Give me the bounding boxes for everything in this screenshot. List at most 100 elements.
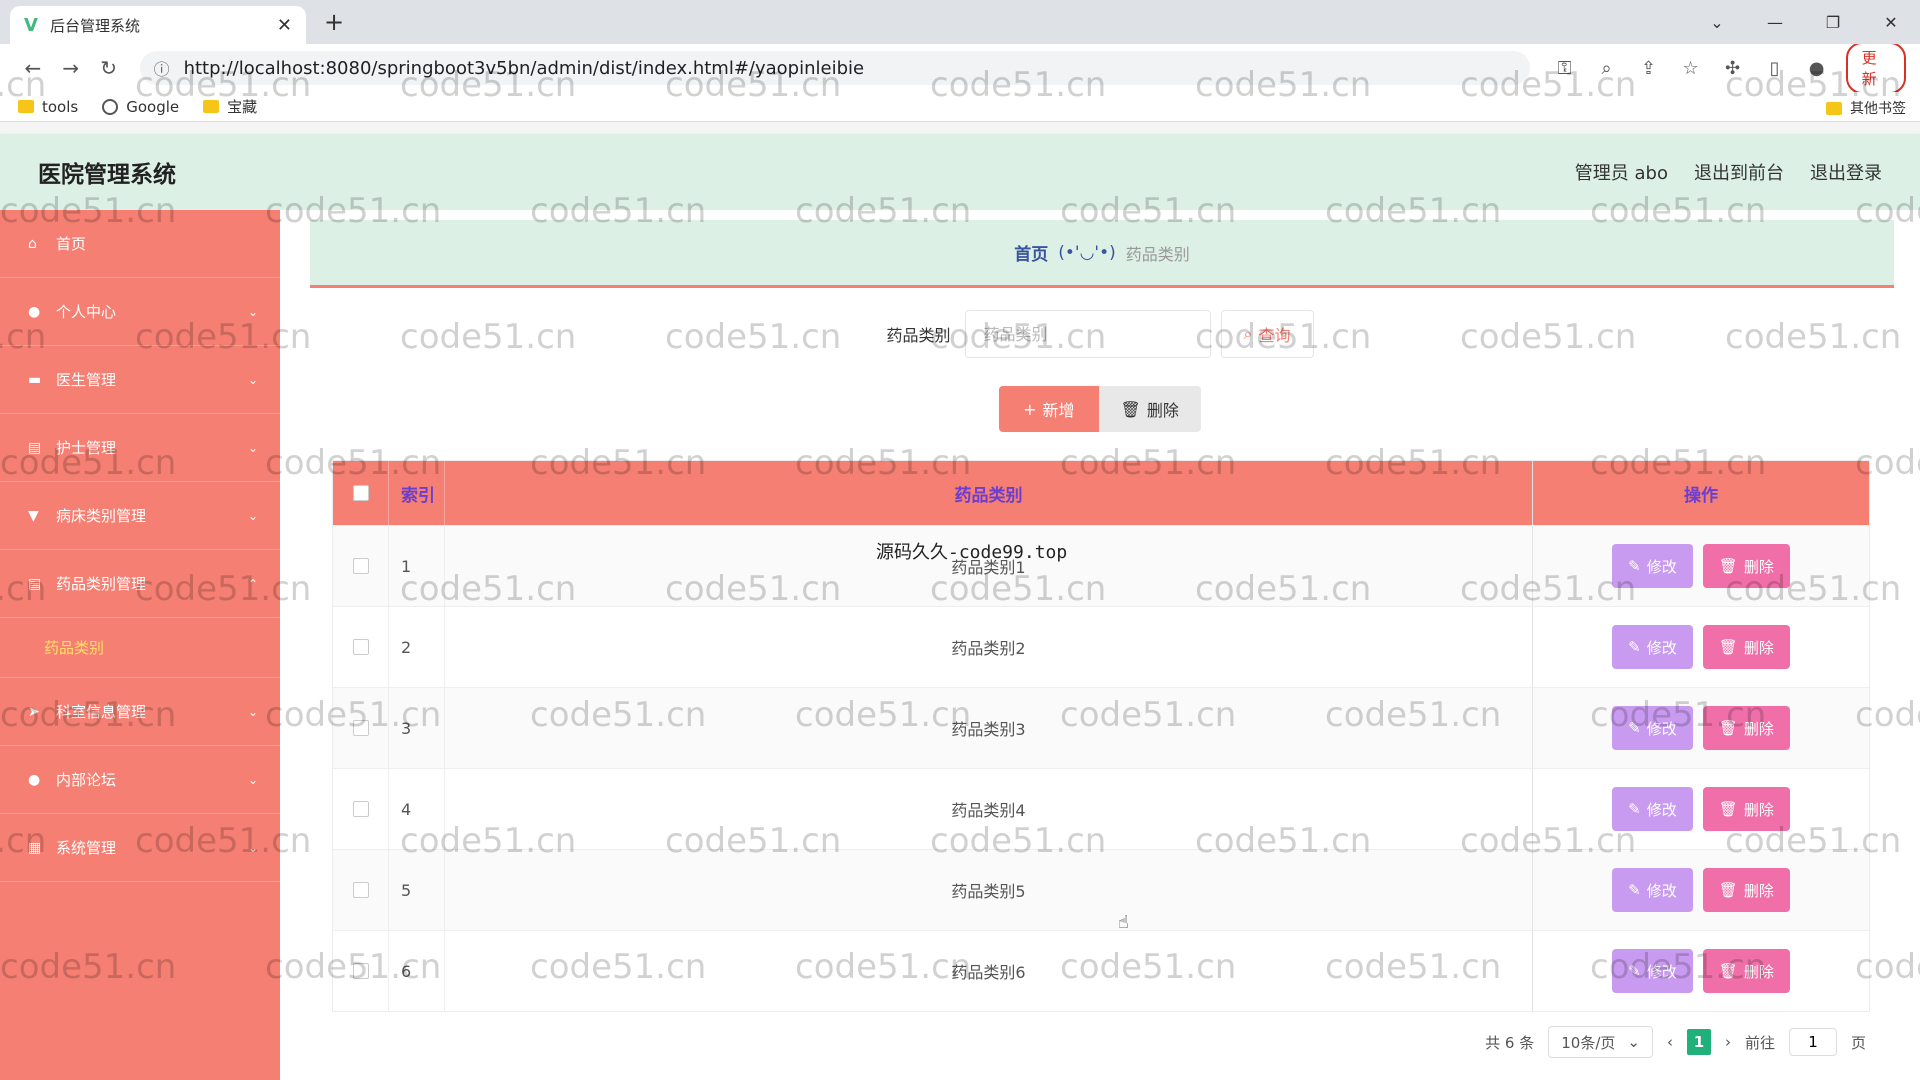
edit-icon: ✎ bbox=[1628, 881, 1641, 899]
row-checkbox[interactable] bbox=[352, 963, 369, 979]
row-index: 3 bbox=[389, 688, 445, 768]
back-to-front-link[interactable]: 退出到前台 bbox=[1694, 159, 1784, 185]
star-icon[interactable]: ☆ bbox=[1672, 58, 1710, 79]
sidebar-item-forum[interactable]: ● 内部论坛 ⌄ bbox=[0, 746, 280, 814]
row-index: 4 bbox=[389, 769, 445, 849]
select-all-checkbox[interactable] bbox=[352, 485, 369, 501]
sidebar-item-system[interactable]: ▦ 系统管理 ⌄ bbox=[0, 814, 280, 882]
chevron-down-icon: ⌄ bbox=[1627, 1033, 1640, 1051]
bookmark-treasure[interactable]: 宝藏 bbox=[203, 96, 257, 117]
row-checkbox[interactable] bbox=[352, 720, 369, 736]
row-checkbox[interactable] bbox=[352, 558, 369, 574]
minimize-icon[interactable]: — bbox=[1746, 13, 1804, 32]
header-name[interactable]: 药品类别 bbox=[445, 461, 1533, 525]
logout-link[interactable]: 退出登录 bbox=[1810, 159, 1882, 185]
browser-tab[interactable]: V 后台管理系统 ✕ bbox=[10, 6, 306, 44]
other-bookmarks[interactable]: 其他书签 bbox=[1826, 98, 1906, 118]
breadcrumb-current: 药品类别 bbox=[1125, 244, 1190, 264]
globe-icon bbox=[102, 98, 119, 115]
user-icon: ● bbox=[28, 303, 41, 320]
edit-icon: ✎ bbox=[1628, 557, 1641, 575]
delete-button[interactable]: 🗑 删除 bbox=[1702, 706, 1790, 750]
bulk-delete-button[interactable]: 🗑 删除 bbox=[1098, 386, 1201, 432]
sidebar-item-nurses[interactable]: ▤ 护士管理 ⌄ bbox=[0, 414, 280, 482]
grid-icon: ▦ bbox=[28, 839, 42, 856]
sidebar-item-departments[interactable]: ➤ 科室信息管理 ⌄ bbox=[0, 678, 280, 746]
action-row: + 新增 🗑 删除 bbox=[280, 386, 1920, 432]
tab-search-icon[interactable]: ⌄ bbox=[1688, 13, 1746, 32]
back-icon[interactable]: ← bbox=[14, 56, 52, 80]
row-checkbox[interactable] bbox=[352, 801, 369, 817]
briefcase-icon: ▬ bbox=[28, 371, 42, 388]
sidebar-item-doctors[interactable]: ▬ 医生管理 ⌄ bbox=[0, 346, 280, 414]
table-row: 1 药品类别1 ✎ 修改 🗑 删除 bbox=[333, 525, 1869, 606]
sidebar-item-bed-types[interactable]: ▼ 病床类别管理 ⌄ bbox=[0, 482, 280, 550]
sidebar-item-drug-types[interactable]: ▤ 药品类别管理 ⌃ bbox=[0, 550, 280, 618]
edit-icon: ✎ bbox=[1628, 800, 1641, 818]
share-icon[interactable]: ⇪ bbox=[1630, 58, 1668, 79]
edit-button[interactable]: ✎ 修改 bbox=[1612, 949, 1693, 993]
bookmark-tools[interactable]: tools bbox=[18, 98, 78, 116]
delete-button[interactable]: 🗑 删除 bbox=[1702, 625, 1790, 669]
profile-icon[interactable]: ● bbox=[1798, 58, 1836, 79]
edit-button[interactable]: ✎ 修改 bbox=[1612, 868, 1693, 912]
goto-page-input[interactable] bbox=[1788, 1028, 1837, 1056]
row-checkbox[interactable] bbox=[352, 882, 369, 898]
close-tab-icon[interactable]: ✕ bbox=[277, 15, 292, 36]
delete-button[interactable]: 🗑 删除 bbox=[1702, 949, 1790, 993]
sidebar-subitem-drug-type[interactable]: 药品类别 bbox=[0, 618, 280, 678]
row-name: 药品类别4 bbox=[445, 769, 1533, 849]
edit-button[interactable]: ✎ 修改 bbox=[1612, 706, 1693, 750]
chevron-up-icon: ⌃ bbox=[247, 576, 258, 591]
home-icon: ⌂ bbox=[28, 235, 37, 252]
delete-button[interactable]: 🗑 删除 bbox=[1702, 868, 1790, 912]
app-title: 医院管理系统 bbox=[38, 162, 176, 188]
page-size-select[interactable]: 10条/页 ⌄ bbox=[1548, 1026, 1653, 1058]
sidebar-item-profile[interactable]: ● 个人中心 ⌄ bbox=[0, 278, 280, 346]
table-row: 6 药品类别6 ✎ 修改 🗑 删除 bbox=[333, 930, 1869, 1011]
new-tab-icon[interactable]: + bbox=[324, 8, 344, 36]
edit-icon: ✎ bbox=[1628, 962, 1641, 980]
info-icon[interactable]: ⓘ bbox=[154, 56, 170, 80]
row-index: 2 bbox=[389, 607, 445, 687]
breadcrumb-home[interactable]: 首页 bbox=[1014, 240, 1048, 265]
page-number-current[interactable]: 1 bbox=[1686, 1029, 1711, 1055]
location-icon: ● bbox=[28, 771, 41, 788]
breadcrumb-separator: (•'◡'•) bbox=[1058, 242, 1116, 263]
url-field[interactable]: ⓘ http://localhost:8080/springboot3v5bn/… bbox=[139, 51, 1530, 85]
bookmark-google[interactable]: Google bbox=[102, 98, 179, 116]
zoom-icon[interactable]: ⌕ bbox=[1588, 58, 1626, 79]
send-icon: ➤ bbox=[28, 703, 40, 720]
total-count: 共 6 条 bbox=[1485, 1033, 1535, 1052]
delete-button[interactable]: 🗑 删除 bbox=[1702, 787, 1790, 831]
forward-icon[interactable]: → bbox=[52, 56, 90, 80]
sidepanel-icon[interactable]: ▯ bbox=[1756, 58, 1794, 79]
delete-button[interactable]: 🗑 删除 bbox=[1702, 544, 1790, 588]
row-index: 1 bbox=[389, 526, 445, 606]
update-button[interactable]: 更新 bbox=[1845, 42, 1906, 94]
close-window-icon[interactable]: ✕ bbox=[1862, 13, 1920, 32]
search-input[interactable] bbox=[964, 310, 1211, 358]
key-icon[interactable]: ⚿ bbox=[1546, 58, 1584, 79]
reload-icon[interactable]: ↻ bbox=[90, 56, 128, 80]
sidebar: ⌂ 首页 ● 个人中心 ⌄ ▬ 医生管理 ⌄ ▤ 护士管理 ⌄ ▼ 病床类别管理… bbox=[0, 210, 280, 1080]
row-name: 药品类别6 bbox=[445, 931, 1533, 1011]
mouse-cursor-icon: ☝ bbox=[1118, 912, 1129, 933]
edit-button[interactable]: ✎ 修改 bbox=[1612, 787, 1693, 831]
sidebar-item-home[interactable]: ⌂ 首页 bbox=[0, 210, 280, 278]
row-checkbox[interactable] bbox=[352, 639, 369, 655]
next-page-icon[interactable]: › bbox=[1725, 1033, 1731, 1051]
edit-icon: ✎ bbox=[1628, 638, 1641, 656]
extensions-icon[interactable]: ✣ bbox=[1714, 58, 1752, 79]
restore-icon[interactable]: ❐ bbox=[1804, 13, 1862, 32]
query-button[interactable]: ⌕ 查询 bbox=[1220, 310, 1314, 358]
add-button[interactable]: + 新增 bbox=[999, 386, 1099, 432]
edit-button[interactable]: ✎ 修改 bbox=[1612, 625, 1693, 669]
edit-button[interactable]: ✎ 修改 bbox=[1612, 544, 1693, 588]
prev-page-icon[interactable]: ‹ bbox=[1667, 1033, 1673, 1051]
pagination: 共 6 条 10条/页 ⌄ ‹ 1 › 前往 页 bbox=[1485, 1026, 1866, 1058]
chevron-down-icon: ⌄ bbox=[247, 440, 258, 455]
row-name: 药品类别3 bbox=[445, 688, 1533, 768]
address-bar: ← → ↻ ⓘ http://localhost:8080/springboot… bbox=[0, 42, 1920, 94]
folder-icon bbox=[18, 100, 34, 113]
